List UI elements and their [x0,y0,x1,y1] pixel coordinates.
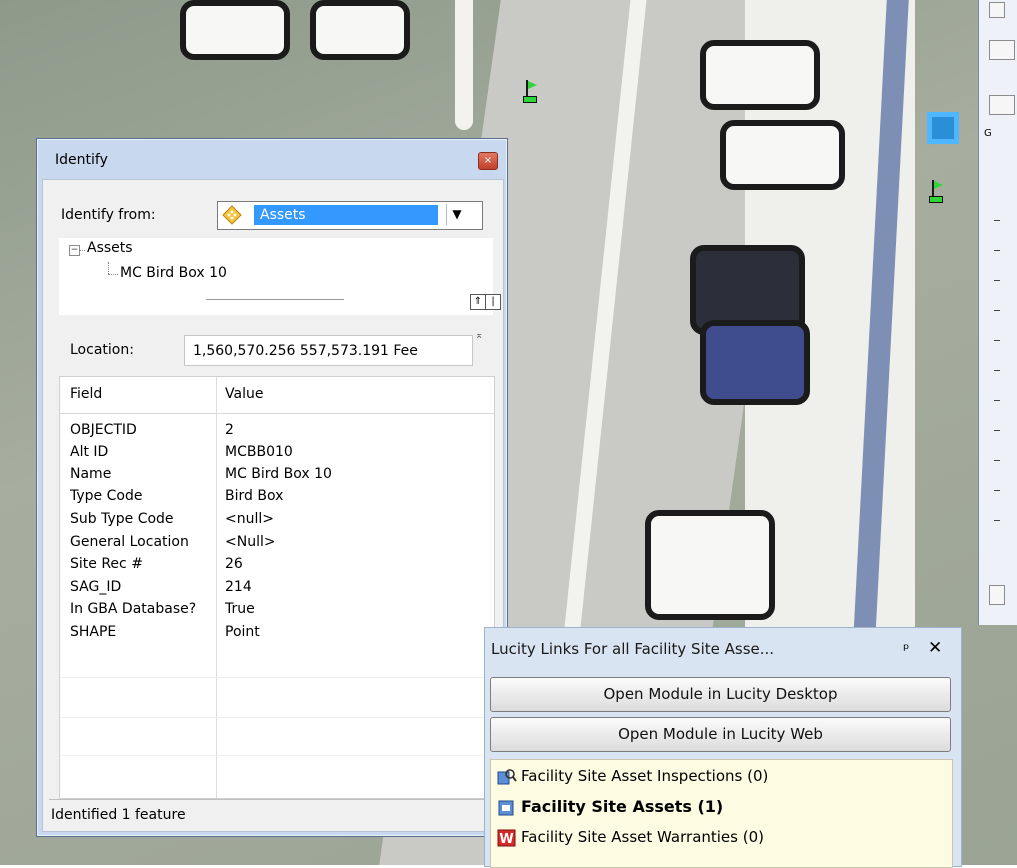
list-row [994,520,1000,521]
open-desktop-button[interactable]: Open Module in Lucity Desktop [490,677,951,712]
toolbar-button[interactable] [989,2,1005,18]
list-row [994,370,1000,371]
link-label: Facility Site Assets (1) [521,797,724,816]
svg-text:W: W [499,832,513,847]
lucity-links-panel[interactable]: Lucity Links For all Facility Site Asse.… [484,627,962,868]
move-up-icon[interactable]: ⇑ [470,294,486,310]
parked-car [180,0,290,60]
close-icon[interactable]: ✕ [928,638,942,658]
pane-splitter[interactable]: ⇑ | [59,291,501,315]
location-label: Location: [70,342,134,358]
field-value[interactable]: MCBB010 [225,444,293,460]
toolbar-button[interactable] [989,585,1005,605]
field-name[interactable]: Alt ID [70,444,108,460]
identify-window[interactable]: Identify × Identify from: Assets ▼ − Ass… [36,138,508,837]
field-name[interactable]: General Location [70,534,189,550]
pipe-icon[interactable]: | [485,294,501,310]
identify-content: Identify from: Assets ▼ − Assets MC Bird… [42,179,504,832]
field-value[interactable]: 2 [225,422,234,438]
attribute-grid[interactable]: Field Value OBJECTID 2 Alt ID MCBB010 Na… [59,376,495,799]
field-value[interactable]: 214 [225,579,252,595]
tree-root-label[interactable]: Assets [87,240,133,256]
title-bar[interactable]: Identify × [37,139,507,179]
link-label: Facility Site Asset Inspections (0) [521,767,769,785]
window-label: G [984,128,992,139]
field-value[interactable]: True [225,601,255,617]
tree-child-label[interactable]: MC Bird Box 10 [120,265,227,281]
identify-from-select[interactable]: Assets ▼ [217,201,483,230]
field-value[interactable]: <null> [225,511,274,527]
chevron-down-icon[interactable]: ▼ [446,204,467,225]
bird-box-flag-icon[interactable] [929,180,943,203]
parked-car [720,120,845,190]
field-name[interactable]: SHAPE [70,624,116,640]
list-row [994,310,1000,311]
open-web-button[interactable]: Open Module in Lucity Web [490,717,951,752]
field-value[interactable]: <Null> [225,534,276,550]
link-item-warranties[interactable]: W Facility Site Asset Warranties (0) [497,828,764,850]
parked-car [700,40,820,110]
list-row [994,490,1000,491]
field-name[interactable]: In GBA Database? [70,601,196,617]
selected-feature-marker-icon[interactable] [927,112,959,144]
list-row [994,280,1000,281]
links-list: Facility Site Asset Inspections (0) Faci… [490,759,953,868]
grid-row-line [60,717,494,718]
field-name[interactable]: Site Rec # [70,556,143,572]
curb [455,0,473,130]
link-label: Facility Site Asset Warranties (0) [521,828,764,846]
warranty-icon: W [497,829,516,847]
splitter-grip[interactable] [206,299,344,300]
layer-icon [222,205,242,225]
window-title: Identify [55,152,108,168]
link-item-assets[interactable]: Facility Site Assets (1) [497,797,723,819]
results-tree[interactable]: − Assets MC Bird Box 10 [59,238,493,291]
inspection-icon [497,768,517,784]
status-bar: Identified 1 feature ⋰ [49,799,497,830]
scroll-icon[interactable]: ⌅ [475,330,483,341]
field-name[interactable]: Name [70,466,111,482]
toolbar-button[interactable] [989,95,1015,115]
list-row [994,250,1000,251]
background-window: G [978,0,1017,625]
list-row [994,340,1000,341]
grid-header [60,377,494,414]
close-button[interactable]: × [478,152,498,170]
list-row [994,220,1000,221]
tree-connector [108,262,109,274]
tree-connector [79,250,85,251]
pin-icon[interactable]: ᵖ [903,640,909,658]
field-name[interactable]: Type Code [70,488,142,504]
list-row [994,400,1000,401]
location-field[interactable]: 1,560,570.256 557,573.191 Fee [184,335,473,366]
field-column-header[interactable]: Field [70,386,102,402]
field-value[interactable]: Point [225,624,260,640]
asset-icon [498,800,514,815]
parked-car [700,320,810,405]
list-row [994,430,1000,431]
selected-layer: Assets [254,205,438,225]
grid-row-line [60,755,494,756]
tree-connector [108,274,118,275]
toolbar-button[interactable] [989,40,1015,60]
panel-title: Lucity Links For all Facility Site Asse.… [491,640,775,658]
field-name[interactable]: OBJECTID [70,422,137,438]
bird-box-flag-icon[interactable] [523,80,537,103]
field-value[interactable]: Bird Box [225,488,283,504]
field-value[interactable]: MC Bird Box 10 [225,466,332,482]
list-row [994,460,1000,461]
status-text: Identified 1 feature [51,807,186,823]
column-divider [216,377,217,798]
parked-car [310,0,410,60]
field-name[interactable]: Sub Type Code [70,511,174,527]
value-column-header[interactable]: Value [225,386,263,402]
field-value[interactable]: 26 [225,556,243,572]
field-name[interactable]: SAG_ID [70,579,121,595]
grid-row-line [60,677,494,678]
link-item-inspections[interactable]: Facility Site Asset Inspections (0) [497,767,768,789]
parked-car [645,510,775,620]
identify-from-label: Identify from: [61,207,156,223]
